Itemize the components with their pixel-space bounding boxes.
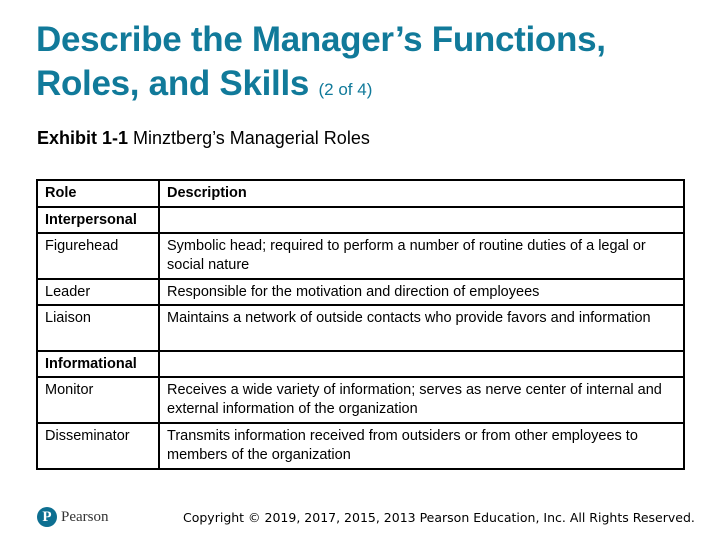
role-cell: Leader	[36, 278, 160, 306]
category-empty-cell	[158, 206, 685, 234]
pearson-wordmark: Pearson	[61, 508, 109, 525]
role-cell: Figurehead	[36, 232, 160, 280]
category-row: Informational	[36, 350, 685, 378]
exhibit-title: Minztberg’s Managerial Roles	[133, 128, 370, 148]
table-row: Figurehead Symbolic head; required to pe…	[36, 232, 685, 280]
role-cell: Liaison	[36, 304, 160, 352]
table-row: Monitor Receives a wide variety of infor…	[36, 376, 685, 424]
description-cell: Receives a wide variety of information; …	[158, 376, 685, 424]
header-description: Description	[158, 179, 685, 208]
table-row: Disseminator Transmits information recei…	[36, 422, 685, 470]
description-cell: Responsible for the motivation and direc…	[158, 278, 685, 306]
description-cell: Symbolic head; required to perform a num…	[158, 232, 685, 280]
slide-title-suffix: (2 of 4)	[318, 80, 373, 99]
role-cell: Monitor	[36, 376, 160, 424]
table-header-row: Role Description	[36, 179, 685, 208]
description-cell: Transmits information received from outs…	[158, 422, 685, 470]
exhibit-caption: Exhibit 1-1 Minztberg’s Managerial Roles	[37, 127, 370, 149]
exhibit-label: Exhibit 1-1	[37, 128, 129, 148]
slide-title: Describe the Manager’s Functions, Roles,…	[36, 18, 696, 112]
header-role: Role	[36, 179, 160, 208]
pearson-p-icon: P	[37, 507, 57, 527]
copyright-notice: Copyright © 2019, 2017, 2015, 2013 Pears…	[183, 510, 695, 525]
pearson-logo: P Pearson	[37, 507, 109, 527]
description-cell: Maintains a network of outside contacts …	[158, 304, 685, 352]
category-name: Interpersonal	[36, 206, 160, 234]
managerial-roles-table: Role Description Interpersonal Figurehea…	[36, 179, 685, 470]
table-row: Leader Responsible for the motivation an…	[36, 278, 685, 306]
category-empty-cell	[158, 350, 685, 378]
category-name: Informational	[36, 350, 160, 378]
category-row: Interpersonal	[36, 206, 685, 234]
role-cell: Disseminator	[36, 422, 160, 470]
table-row: Liaison Maintains a network of outside c…	[36, 304, 685, 352]
